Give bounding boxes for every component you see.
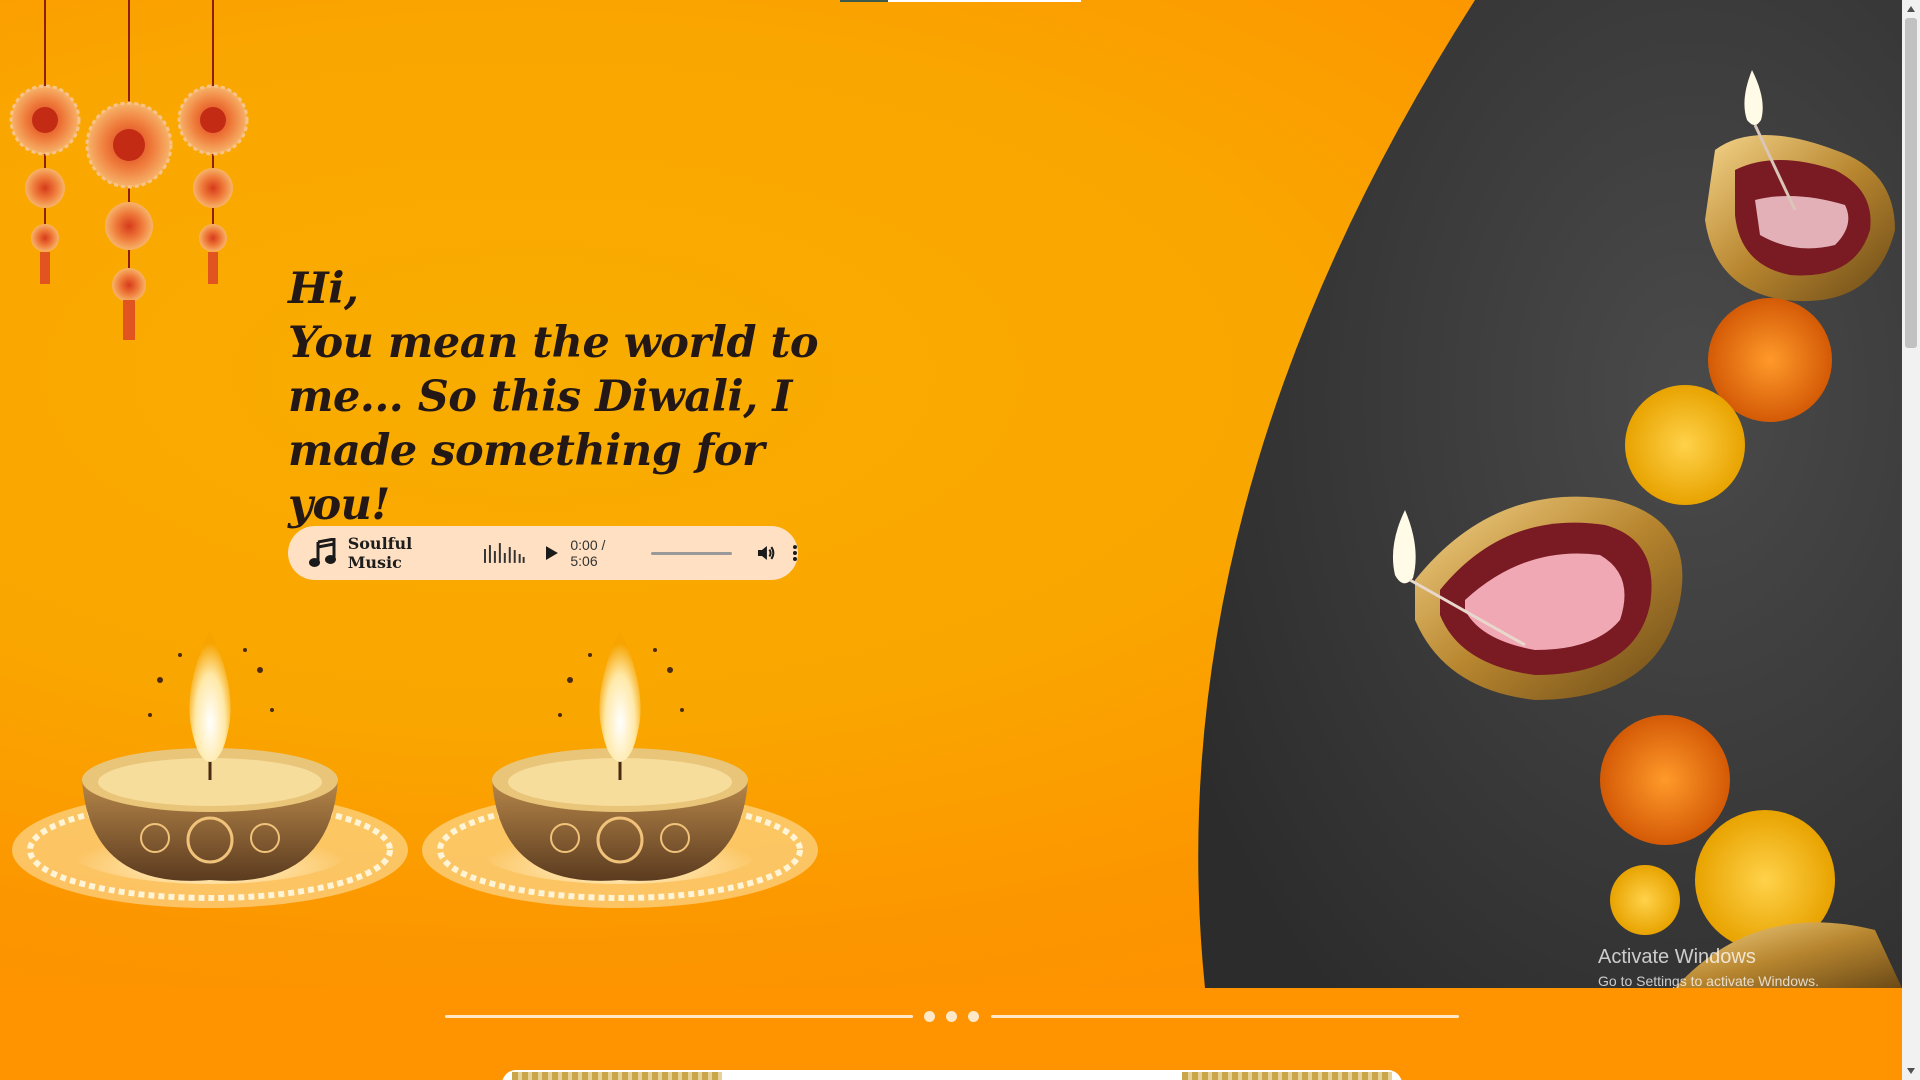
- scroll-down-arrow-icon[interactable]: [1902, 1062, 1920, 1080]
- next-section-card: [502, 1070, 1402, 1080]
- progress-slider[interactable]: [650, 551, 733, 555]
- watermark-subtitle: Go to Settings to activate Windows.: [1598, 973, 1819, 988]
- scroll-up-arrow-icon[interactable]: [1902, 0, 1920, 18]
- music-note-icon: [306, 536, 340, 570]
- greeting-message: Hi, You mean the world to me... So this …: [288, 262, 828, 532]
- play-icon[interactable]: [545, 545, 559, 561]
- greeting-line-1: Hi,: [288, 264, 359, 314]
- page: Hi, You mean the world to me... So this …: [0, 0, 1902, 1080]
- divider-line-left: [445, 1015, 913, 1018]
- scrollbar-thumb[interactable]: [1905, 18, 1917, 348]
- diya-lamp-image: [12, 630, 408, 908]
- divider-line-right: [991, 1015, 1459, 1018]
- hero-section: Hi, You mean the world to me... So this …: [0, 0, 1902, 988]
- watermark-title: Activate Windows: [1598, 946, 1756, 968]
- more-options-icon[interactable]: [792, 544, 798, 562]
- audio-player: Soulful Music 0:00 / 5:06: [288, 526, 798, 580]
- volume-icon[interactable]: [756, 543, 776, 563]
- top-tab-bar[interactable]: [888, 0, 1081, 2]
- divider-dot: [946, 1011, 957, 1022]
- greeting-line-2: You mean the world to: [288, 318, 819, 368]
- greeting-line-4: made something for you!: [288, 426, 765, 530]
- divider-dot: [924, 1011, 935, 1022]
- divider-dot: [968, 1011, 979, 1022]
- windows-activation-watermark: Activate Windows Go to Settings to activ…: [1598, 946, 1819, 988]
- diya-lamp-image: [422, 630, 818, 908]
- top-tab-indicator[interactable]: [840, 0, 888, 2]
- equalizer-icon: [483, 543, 525, 563]
- track-title: Soulful Music: [347, 534, 413, 572]
- greeting-line-3: me... So this Diwali, I: [288, 372, 792, 422]
- diya-photo-image: [1198, 0, 1902, 988]
- hanging-ornaments-image: [9, 0, 249, 340]
- card-border-decoration: [512, 1072, 722, 1080]
- card-border-decoration: [1182, 1072, 1392, 1080]
- playback-time: 0:00 / 5:06: [570, 537, 606, 569]
